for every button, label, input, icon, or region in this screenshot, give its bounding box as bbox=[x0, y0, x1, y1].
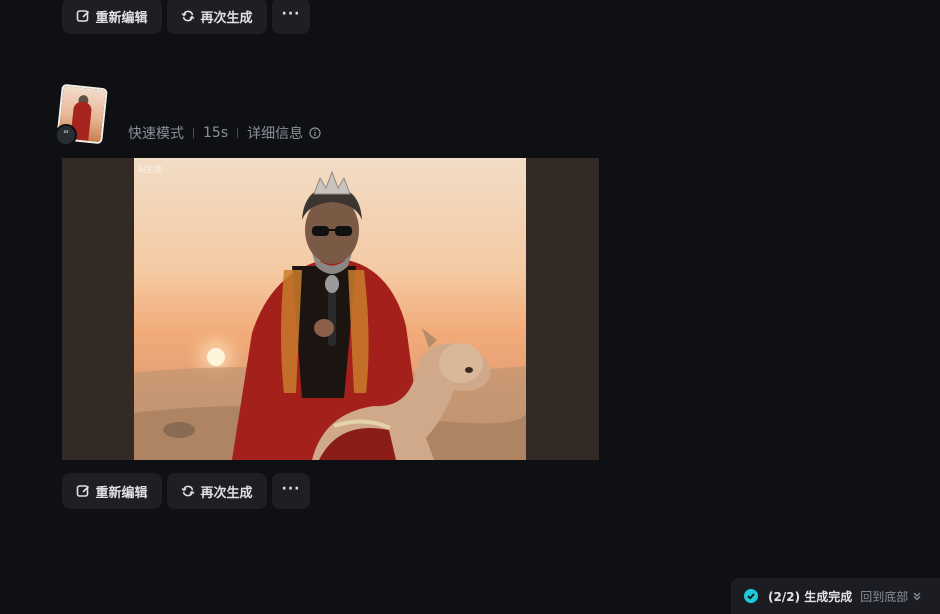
more-icon: ··· bbox=[281, 5, 301, 22]
regenerate-button[interactable]: 再次生成 bbox=[167, 0, 267, 34]
divider bbox=[193, 128, 194, 138]
toolbar-top: 重新编辑 再次生成 ··· bbox=[62, 0, 310, 34]
generation-status: (2/2) 生成完成 bbox=[768, 589, 853, 604]
double-chevron-down-icon[interactable] bbox=[912, 591, 922, 601]
info-icon[interactable] bbox=[309, 127, 321, 139]
divider bbox=[237, 128, 239, 138]
details-link[interactable]: 详细信息 bbox=[247, 123, 303, 143]
more-button[interactable]: ··· bbox=[272, 0, 310, 34]
regenerate-label: 再次生成 bbox=[200, 10, 253, 26]
regenerate-button[interactable]: 再次生成 bbox=[167, 473, 267, 509]
refresh-icon bbox=[181, 10, 195, 22]
image-scene: AI生成 bbox=[134, 158, 526, 460]
edit-icon bbox=[77, 10, 90, 22]
reedit-label: 重新编辑 bbox=[95, 485, 148, 501]
refresh-icon bbox=[181, 485, 195, 497]
quote-icon: “ bbox=[55, 124, 77, 146]
mode-label: 快速模式 bbox=[128, 126, 184, 142]
generation-status-toast: (2/2) 生成完成 回到底部 bbox=[731, 578, 940, 614]
image-illustration bbox=[134, 170, 526, 460]
more-icon: ··· bbox=[281, 480, 301, 497]
toolbar-bottom: 重新编辑 再次生成 ··· bbox=[62, 473, 310, 509]
back-to-bottom-link[interactable]: 回到底部 bbox=[860, 588, 908, 605]
reedit-button[interactable]: 重新编辑 bbox=[62, 473, 162, 509]
generated-image[interactable]: AI生成 bbox=[62, 158, 599, 460]
reedit-label: 重新编辑 bbox=[95, 10, 148, 26]
check-circle-icon bbox=[744, 589, 758, 603]
regenerate-label: 再次生成 bbox=[200, 485, 253, 501]
more-button[interactable]: ··· bbox=[272, 473, 310, 509]
result-meta: 快速模式 15s 详细信息 bbox=[128, 123, 321, 143]
result-avatar: “ bbox=[55, 85, 109, 146]
edit-icon bbox=[77, 485, 90, 497]
duration-label: 15s bbox=[203, 125, 229, 141]
reedit-button[interactable]: 重新编辑 bbox=[62, 0, 162, 34]
